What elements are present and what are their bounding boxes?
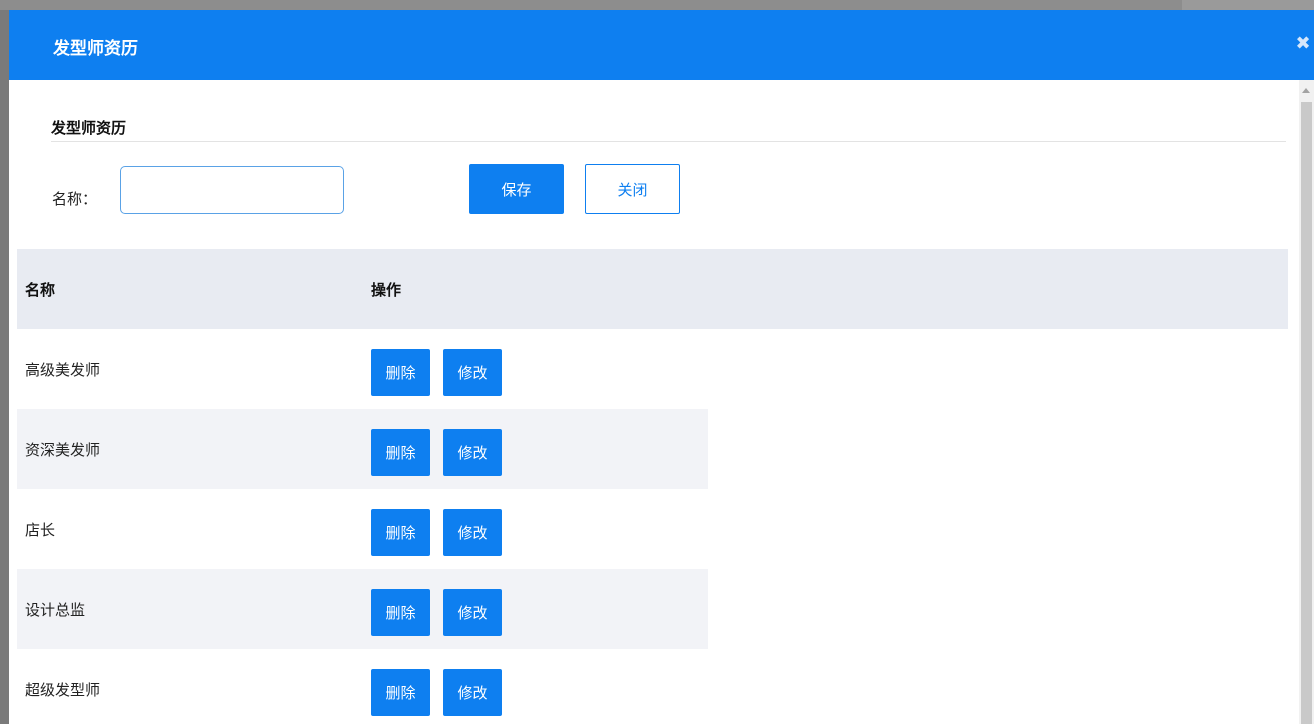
name-label: 名称： bbox=[52, 190, 98, 208]
name-input[interactable] bbox=[120, 166, 344, 214]
delete-button[interactable]: 删除 bbox=[371, 509, 430, 556]
row-name: 店长 bbox=[25, 521, 56, 539]
close-icon[interactable]: ✖ bbox=[1294, 34, 1312, 54]
background-strip bbox=[0, 0, 1314, 10]
qualification-dialog: 发型师资历 ✖ 发型师资历 名称： 保存 关闭 名称 操作 高级美发师 删除 修… bbox=[9, 10, 1314, 724]
row-name: 设计总监 bbox=[25, 601, 86, 619]
table-row: 高级美发师 删除 修改 bbox=[17, 329, 708, 409]
section-title: 发型师资历 bbox=[51, 119, 127, 137]
save-button[interactable]: 保存 bbox=[469, 164, 564, 214]
row-name: 超级发型师 bbox=[25, 681, 101, 699]
close-button[interactable]: 关闭 bbox=[585, 164, 680, 214]
row-name: 资深美发师 bbox=[25, 441, 101, 459]
scrollbar-thumb[interactable] bbox=[1301, 102, 1312, 724]
edit-button[interactable]: 修改 bbox=[443, 429, 502, 476]
table-row: 超级发型师 删除 修改 bbox=[17, 649, 708, 724]
delete-button[interactable]: 删除 bbox=[371, 669, 430, 716]
dialog-body: 发型师资历 名称： 保存 关闭 名称 操作 高级美发师 删除 修改 资深美发师 … bbox=[9, 80, 1299, 724]
edit-button[interactable]: 修改 bbox=[443, 349, 502, 396]
column-header-name: 名称 bbox=[25, 281, 56, 299]
scroll-up-arrow-icon[interactable] bbox=[1302, 88, 1310, 93]
table-row: 店长 删除 修改 bbox=[17, 489, 708, 569]
dialog-title: 发型师资历 bbox=[53, 39, 138, 59]
row-name: 高级美发师 bbox=[25, 361, 101, 379]
column-header-actions: 操作 bbox=[371, 281, 402, 299]
vertical-scrollbar[interactable] bbox=[1299, 80, 1314, 724]
edit-button[interactable]: 修改 bbox=[443, 589, 502, 636]
table-header: 名称 操作 bbox=[17, 249, 1288, 329]
edit-button[interactable]: 修改 bbox=[443, 509, 502, 556]
delete-button[interactable]: 删除 bbox=[371, 349, 430, 396]
table-row: 设计总监 删除 修改 bbox=[17, 569, 708, 649]
background-ghost-region bbox=[1182, 0, 1314, 10]
table-row: 资深美发师 删除 修改 bbox=[17, 409, 708, 489]
edit-button[interactable]: 修改 bbox=[443, 669, 502, 716]
delete-button[interactable]: 删除 bbox=[371, 429, 430, 476]
dialog-titlebar: 发型师资历 ✖ bbox=[9, 10, 1314, 80]
delete-button[interactable]: 删除 bbox=[371, 589, 430, 636]
section-divider bbox=[51, 141, 1286, 142]
